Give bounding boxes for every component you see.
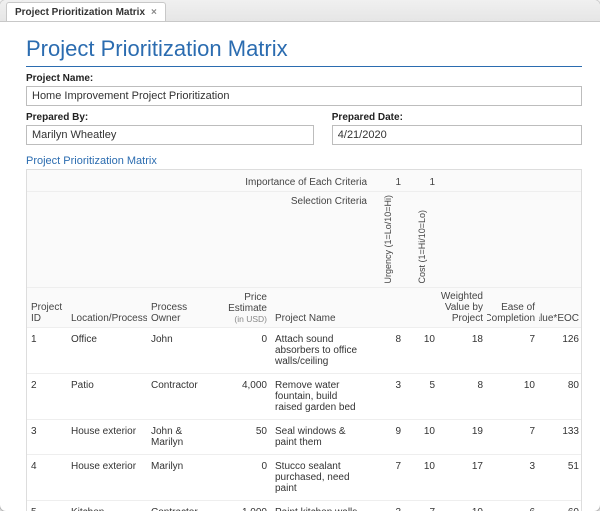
cell-owner: Marilyn: [147, 455, 213, 478]
blank-cell: [439, 192, 487, 287]
blank-cell: [539, 170, 583, 191]
cell-price: 0: [213, 455, 271, 478]
col-price: Price Estimate (in USD): [213, 288, 271, 327]
cell-owner: John: [147, 328, 213, 351]
col-project-id: Project ID: [27, 288, 67, 327]
project-name-field-group: Project Name:: [26, 73, 582, 106]
urgency-col-label: Urgency (1=Lo/10=Hi): [371, 192, 405, 287]
section-subheading[interactable]: Project Prioritization Matrix: [26, 155, 582, 167]
cell-urgency: 3: [371, 374, 405, 397]
cell-cost: 10: [405, 455, 439, 478]
cell-ease: 7: [487, 328, 539, 351]
document-body: Project Prioritization Matrix Project Na…: [0, 22, 600, 511]
prioritization-matrix-table: Importance of Each Criteria 1 1 Selectio…: [26, 169, 582, 511]
cell-urgency: 9: [371, 420, 405, 443]
cell-project-id: 3: [27, 420, 67, 443]
cell-weighted: 8: [439, 374, 487, 397]
prepared-by-input[interactable]: [26, 125, 314, 145]
cell-value-eoc: 133: [539, 420, 583, 443]
prepared-by-field-group: Prepared By:: [26, 112, 314, 145]
cell-project-id: 5: [27, 501, 67, 511]
cell-location: Office: [67, 328, 147, 351]
cell-project-id: 2: [27, 374, 67, 397]
selection-criteria-label: Selection Criteria: [27, 192, 371, 287]
importance-label: Importance of Each Criteria: [27, 170, 371, 191]
cell-owner: Contractor: [147, 501, 213, 511]
project-name-label: Project Name:: [26, 73, 582, 84]
cell-value-eoc: 126: [539, 328, 583, 351]
cell-price: 4,000: [213, 374, 271, 397]
blank-cell: [487, 192, 539, 287]
page-title: Project Prioritization Matrix: [26, 36, 582, 67]
cell-owner: John & Marilyn: [147, 420, 213, 454]
document-tab[interactable]: Project Prioritization Matrix ×: [6, 2, 166, 21]
cell-urgency: 3: [371, 501, 405, 511]
close-icon[interactable]: ×: [151, 7, 157, 18]
importance-row: Importance of Each Criteria 1 1: [27, 170, 581, 192]
cell-project-id: 1: [27, 328, 67, 351]
col-owner: Process Owner: [147, 288, 213, 327]
cell-weighted: 10: [439, 501, 487, 511]
cell-weighted: 17: [439, 455, 487, 478]
cost-col-label: Cost (1=Hi/10=Lo): [405, 192, 439, 287]
prepared-date-field-group: Prepared Date:: [332, 112, 582, 145]
cell-value-eoc: 60: [539, 501, 583, 511]
cell-location: Kitchen: [67, 501, 147, 511]
blank-cell: [487, 170, 539, 191]
cell-urgency: 8: [371, 328, 405, 351]
tab-label: Project Prioritization Matrix: [15, 7, 145, 18]
cell-project-name: Paint kitchen walls- ceilings too high f…: [271, 501, 371, 511]
cell-location: Patio: [67, 374, 147, 397]
prepared-date-input[interactable]: [332, 125, 582, 145]
blank-cell: [405, 288, 439, 327]
blank-cell: [539, 192, 583, 287]
cell-owner: Contractor: [147, 374, 213, 397]
cell-ease: 7: [487, 420, 539, 443]
cell-project-id: 4: [27, 455, 67, 478]
prepared-date-label: Prepared Date:: [332, 112, 582, 123]
cell-ease: 3: [487, 455, 539, 478]
col-project-name: Project Name: [271, 288, 371, 327]
importance-col2: 1: [405, 170, 439, 191]
cell-project-name: Remove water fountain, build raised gard…: [271, 374, 371, 419]
cell-value-eoc: 80: [539, 374, 583, 397]
cell-location: House exterior: [67, 420, 147, 443]
col-value-eoc: Value*EOC: [539, 288, 583, 327]
cell-weighted: 18: [439, 328, 487, 351]
cell-cost: 10: [405, 328, 439, 351]
cell-price: 50: [213, 420, 271, 443]
cell-project-name: Attach sound absorbers to office walls/c…: [271, 328, 371, 373]
app-window: Project Prioritization Matrix × Project …: [0, 0, 600, 511]
table-row: 2PatioContractor4,000Remove water founta…: [27, 374, 581, 420]
column-header-row: Project ID Location/Process Process Owne…: [27, 288, 581, 328]
cell-project-name: Stucco sealant purchased, need paint: [271, 455, 371, 500]
cell-price: 0: [213, 328, 271, 351]
table-row: 1OfficeJohn0Attach sound absorbers to of…: [27, 328, 581, 374]
col-weighted: Weighted Value by Project: [439, 288, 487, 327]
blank-cell: [371, 288, 405, 327]
cell-price: 1,000: [213, 501, 271, 511]
cell-cost: 5: [405, 374, 439, 397]
col-ease: Ease of Completion: [487, 288, 539, 327]
blank-cell: [439, 170, 487, 191]
cell-project-name: Seal windows & paint them: [271, 420, 371, 454]
cell-urgency: 7: [371, 455, 405, 478]
importance-col1: 1: [371, 170, 405, 191]
selection-criteria-row: Selection Criteria Urgency (1=Lo/10=Hi) …: [27, 192, 581, 288]
cell-value-eoc: 51: [539, 455, 583, 478]
cell-cost: 7: [405, 501, 439, 511]
tab-strip: Project Prioritization Matrix ×: [0, 0, 600, 22]
prepared-by-label: Prepared By:: [26, 112, 314, 123]
col-location: Location/Process: [67, 288, 147, 327]
cell-ease: 10: [487, 374, 539, 397]
table-row: 4House exteriorMarilyn0Stucco sealant pu…: [27, 455, 581, 501]
table-row: 5KitchenContractor1,000Paint kitchen wal…: [27, 501, 581, 511]
project-name-input[interactable]: [26, 86, 582, 106]
cell-cost: 10: [405, 420, 439, 443]
cell-weighted: 19: [439, 420, 487, 443]
table-row: 3House exteriorJohn & Marilyn50Seal wind…: [27, 420, 581, 455]
cell-location: House exterior: [67, 455, 147, 478]
cell-ease: 6: [487, 501, 539, 511]
